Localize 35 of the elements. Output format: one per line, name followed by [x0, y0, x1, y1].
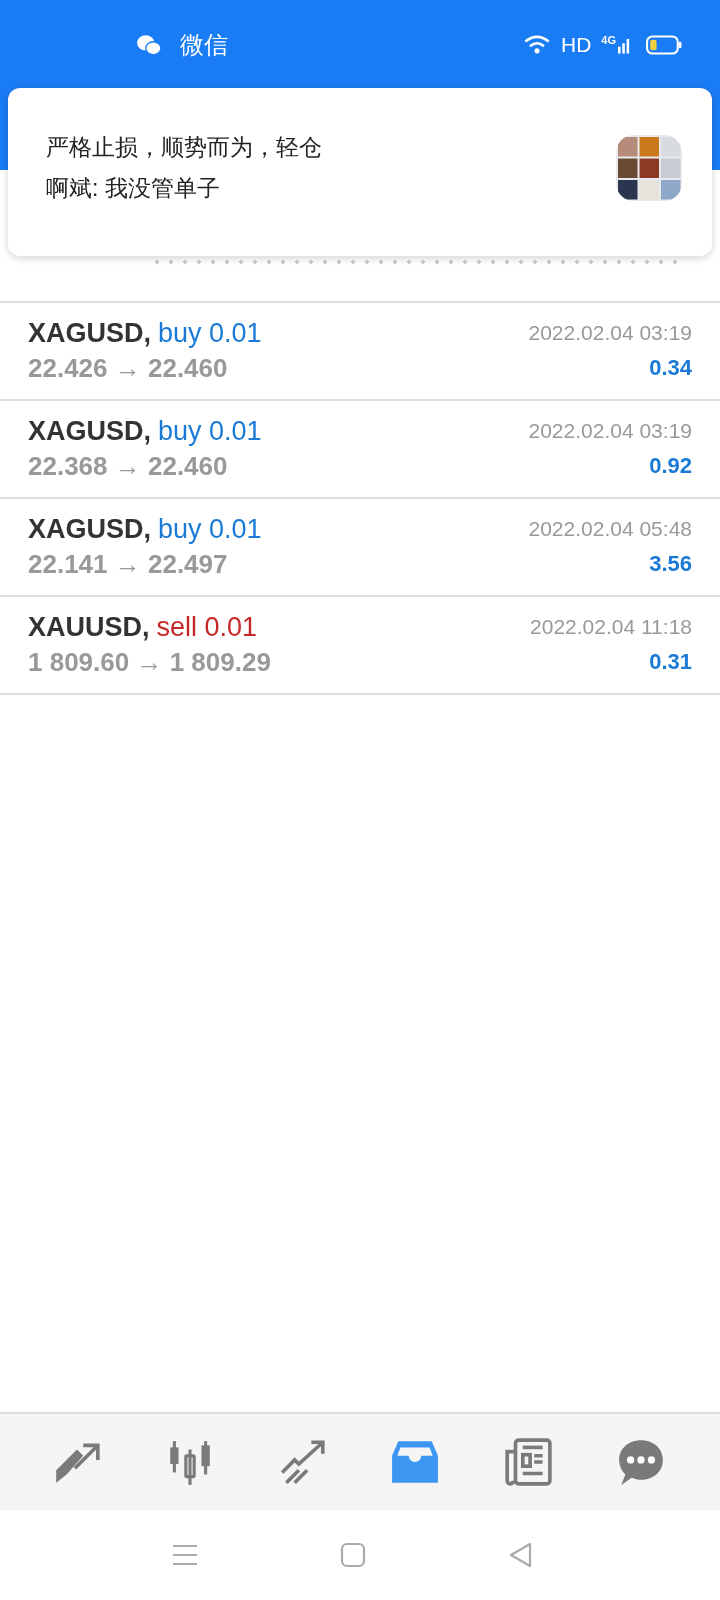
price-label: 22.368 → 22.460 — [28, 451, 229, 482]
time-label: 2022.02.04 11:18 — [530, 615, 692, 639]
news-tab[interactable] — [502, 1436, 555, 1488]
price-label: 1 809.60 → 1 809.29 — [28, 647, 271, 678]
battery-icon — [646, 35, 682, 55]
order-label: buy 0.01 — [158, 318, 262, 349]
trade-row[interactable]: XAGUSD, buy 0.01 22.426 → 22.460 2022.02.04 03:19 0.34 — [0, 303, 720, 401]
order-label: buy 0.01 — [158, 514, 262, 545]
symbol-label: XAGUSD, — [28, 318, 152, 349]
trade-row[interactable]: XAGUSD, buy 0.01 22.141 → 22.497 2022.02.04 05:48 3.56 — [0, 499, 720, 597]
time-label: 2022.02.04 03:19 — [528, 419, 692, 443]
profit-label: 0.31 — [649, 649, 692, 675]
trade-row[interactable]: XAGUSD, buy 0.01 22.368 → 22.460 2022.02.04 03:19 0.92 — [0, 401, 720, 499]
profit-label: 0.34 — [649, 355, 692, 381]
time-label: 2022.02.04 05:48 — [528, 517, 692, 541]
price-label: 22.426 → 22.460 — [28, 353, 229, 384]
home-button[interactable] — [340, 1541, 368, 1569]
order-label: buy 0.01 — [158, 416, 262, 447]
trade-row[interactable]: XAUUSD, sell 0.01 1 809.60 → 1 809.29 2022.02.04 11:18 0.31 — [0, 597, 720, 695]
profit-label: 3.56 — [649, 551, 692, 577]
network-label: HD — [560, 33, 592, 57]
signal-label: 4G — [601, 34, 616, 46]
chat-app-icon — [136, 33, 162, 57]
notification-title: 严格止损，顺势而为，轻仓 — [46, 133, 322, 162]
profit-label: 0.92 — [649, 453, 692, 479]
price-label: 22.141 → 22.497 — [28, 549, 229, 580]
symbol-label: XAUUSD, — [28, 612, 150, 643]
order-label: sell 0.01 — [156, 612, 258, 643]
symbol-label: XAGUSD, — [28, 514, 152, 545]
notification-message: 啊斌: 我没管单子 — [46, 174, 221, 203]
wifi-icon — [522, 34, 551, 56]
notification-card[interactable]: 严格止损，顺势而为，轻仓 啊斌: 我没管单子 — [8, 88, 712, 256]
time-label: 2022.02.04 03:19 — [528, 321, 692, 345]
app-label: 微信 — [180, 30, 228, 60]
symbol-label: XAGUSD, — [28, 416, 152, 447]
